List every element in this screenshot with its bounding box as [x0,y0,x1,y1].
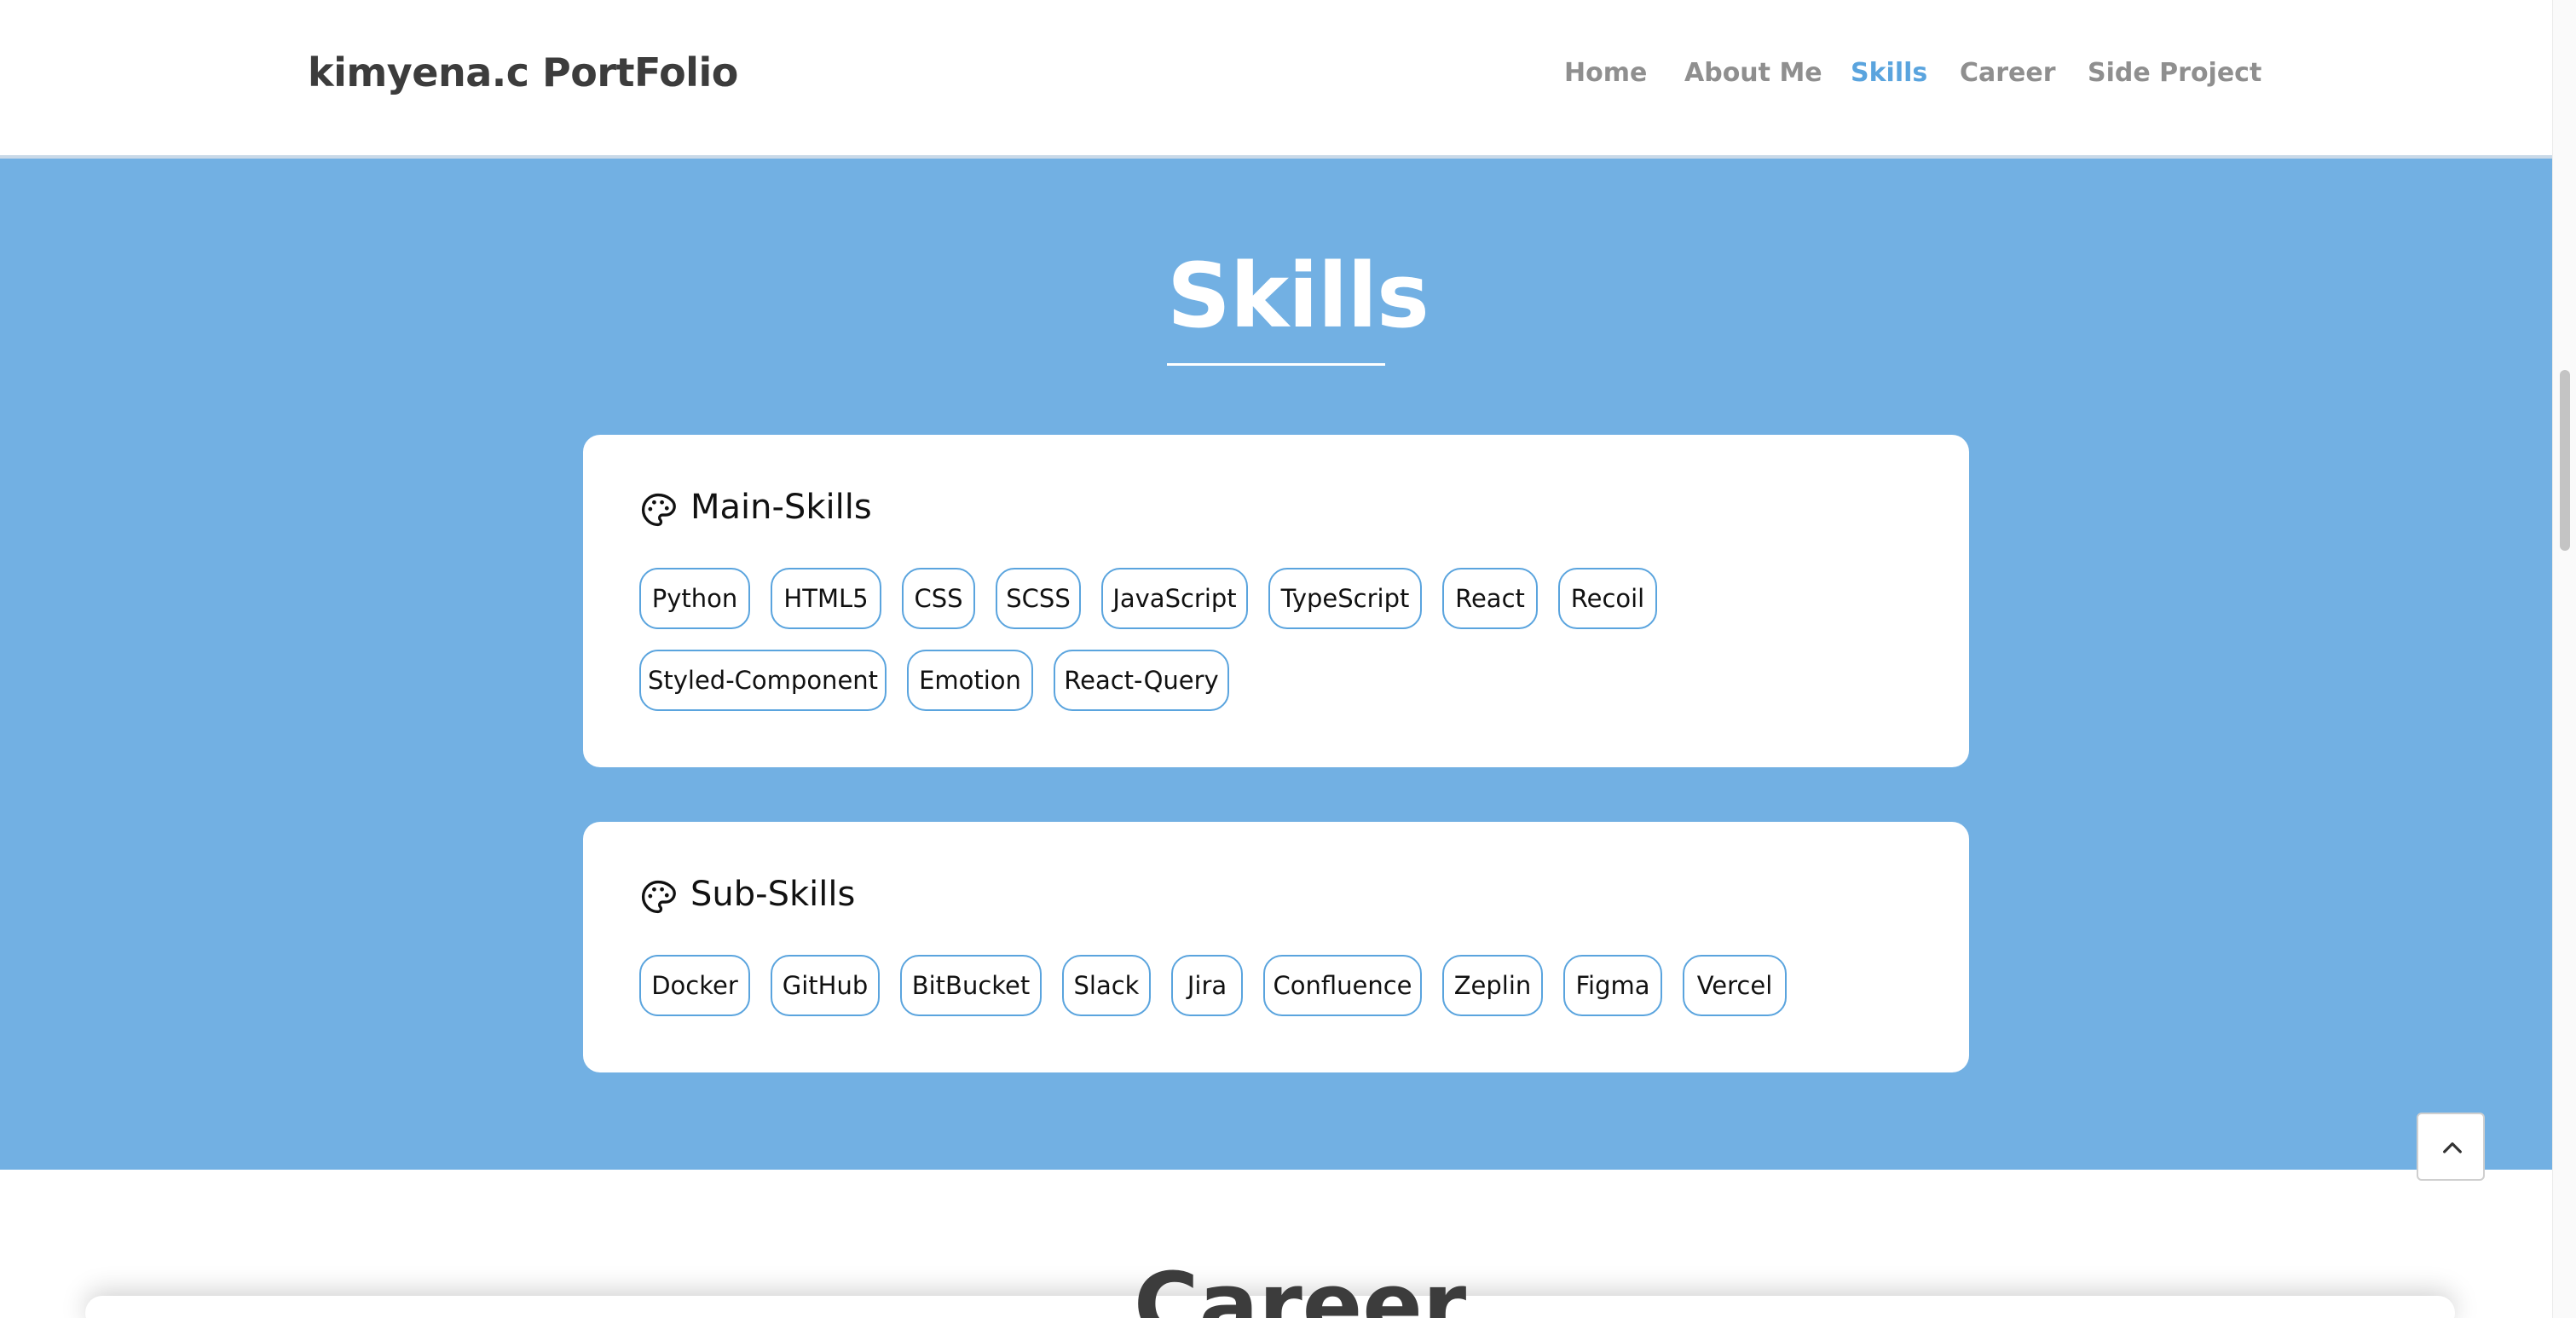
skill-tag[interactable]: Jira [1171,955,1243,1016]
skill-tag[interactable]: Python [639,568,750,629]
palette-icon [641,493,676,527]
nav-home[interactable]: Home [1564,58,1647,88]
title-underline [1167,363,1385,366]
nav-skills[interactable]: Skills [1851,58,1927,88]
skill-tag[interactable]: Docker [639,955,750,1016]
section-title: Skills [1167,244,1430,348]
skill-tag[interactable]: Figma [1563,955,1662,1016]
chevron-up-icon [2443,1142,2462,1153]
sub-skills-card: Sub-Skills Docker GitHub BitBucket Slack… [583,822,1969,1072]
skill-tag[interactable]: Zeplin [1442,955,1543,1016]
site-header: kimyena.c PortFolio Home About Me Skills… [0,0,2552,159]
skill-tag[interactable]: HTML5 [771,568,881,629]
career-section-title: Career [1134,1253,1467,1318]
scrollbar-thumb[interactable] [2560,370,2570,551]
skill-tag[interactable]: BitBucket [900,955,1042,1016]
skill-tag[interactable]: Confluence [1263,955,1422,1016]
skill-tag[interactable]: CSS [902,568,975,629]
skill-tag[interactable]: JavaScript [1101,568,1248,629]
skill-tag[interactable]: TypeScript [1268,568,1422,629]
skill-tag[interactable]: Emotion [907,650,1033,711]
card-title: Main-Skills [690,488,872,527]
nav-career[interactable]: Career [1960,58,2056,88]
nav-about-me[interactable]: About Me [1684,58,1822,88]
page-scrollbar[interactable] [2552,0,2576,1318]
skill-tag[interactable]: Recoil [1558,568,1657,629]
card-title: Sub-Skills [690,875,856,914]
skill-tag[interactable]: React-Query [1054,650,1229,711]
page: kimyena.c PortFolio Home About Me Skills… [0,0,2576,1318]
skill-tag[interactable]: GitHub [771,955,880,1016]
main-skills-card: Main-Skills Python HTML5 CSS SCSS JavaSc… [583,435,1969,767]
skill-tag[interactable]: SCSS [996,568,1081,629]
skills-section: Skills Main-Skills Python HTML5 CSS SCSS… [0,159,2552,1170]
skill-tag[interactable]: React [1442,568,1538,629]
main-nav: Home About Me Skills Career Side Project [0,58,2552,92]
skill-tag[interactable]: Vercel [1683,955,1787,1016]
skill-tag[interactable]: Styled-Component [639,650,887,711]
nav-side-project[interactable]: Side Project [2088,58,2261,88]
skill-tag[interactable]: Slack [1062,955,1151,1016]
palette-icon [641,880,676,914]
scroll-to-top-button[interactable] [2417,1113,2485,1181]
